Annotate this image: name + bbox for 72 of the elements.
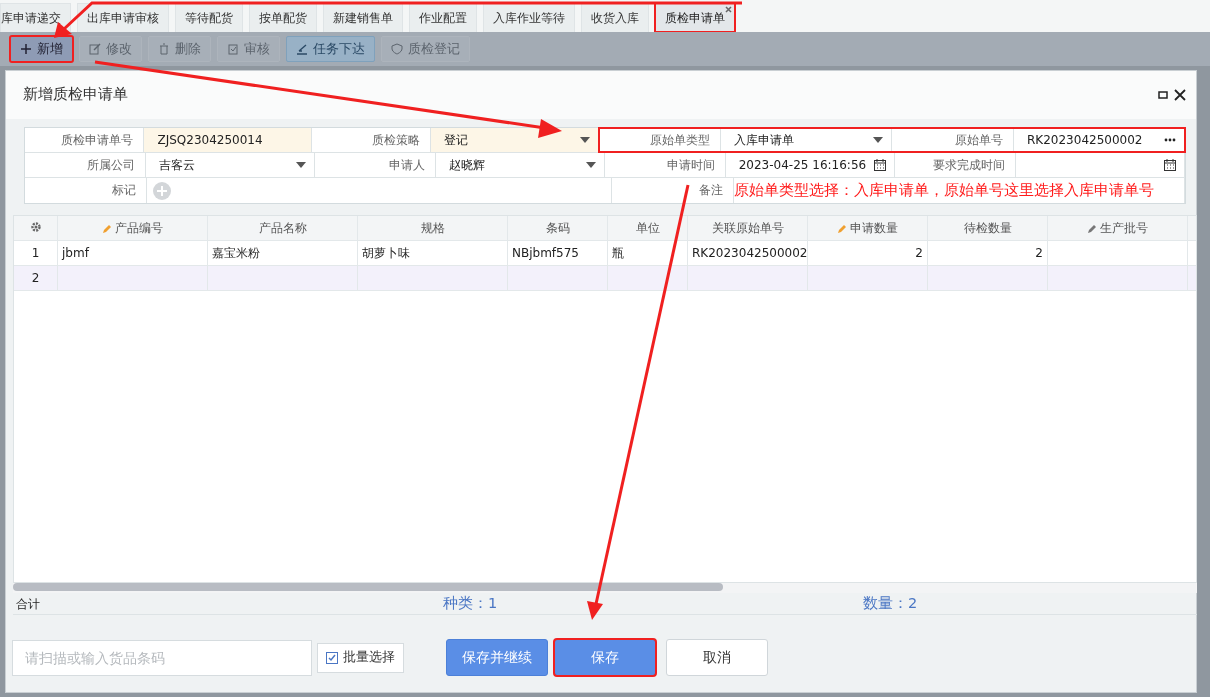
table-cell: NBjbmf575 (508, 241, 608, 265)
input-field[interactable]: 吉客云 (145, 153, 315, 177)
field-label: 申请人 (315, 153, 436, 177)
input-field[interactable]: 2023-04-25 16:16:56 (725, 153, 895, 177)
trash-icon (158, 43, 170, 55)
dialog-title: 新增质检申请单 (23, 85, 128, 105)
column-header[interactable]: 申请数量 (808, 216, 928, 240)
kinds-count: 种类：1 (443, 593, 499, 613)
close-icon[interactable] (1174, 89, 1186, 101)
shield-icon (391, 43, 403, 55)
maximize-icon[interactable] (1158, 90, 1168, 100)
dropdown-caret-icon[interactable] (873, 137, 883, 143)
dropdown-caret-icon[interactable] (580, 137, 590, 143)
column-header[interactable]: 单位 (608, 216, 688, 240)
quantity-count: 数量：2 (863, 593, 918, 613)
table-cell: RK2023042500002 (688, 241, 808, 265)
column-header[interactable]: 关联原始单号 (688, 216, 808, 240)
barcode-field[interactable]: 请扫描或输入货品条码 (12, 639, 312, 676)
edit-icon (89, 43, 101, 55)
field-label: 申请时间 (605, 153, 726, 177)
column-header[interactable]: 条码 (508, 216, 608, 240)
table-cell: 瓶 (608, 241, 688, 265)
tab[interactable]: 出库申请审核 (77, 3, 169, 32)
column-header[interactable]: 产品编号 (58, 216, 208, 240)
row-number: 2 (14, 266, 58, 290)
table-cell: 2 (808, 241, 928, 265)
tab[interactable]: 新建销售单 (323, 3, 403, 32)
tab[interactable]: 按单配货 (249, 3, 317, 32)
tab[interactable]: 作业配置 (409, 3, 477, 32)
column-header[interactable]: 生产批号 (1048, 216, 1188, 240)
table-cell: jbmf (58, 241, 208, 265)
input-field[interactable]: ZJSQ2304250014 (144, 128, 312, 152)
input-field[interactable]: 登记 (431, 128, 599, 152)
row-number: 1 (14, 241, 58, 265)
column-header[interactable]: 产品名称 (208, 216, 358, 240)
checkbox-icon (326, 651, 338, 664)
table-row[interactable]: 2 (14, 266, 1196, 291)
column-header[interactable]: 规格 (358, 216, 508, 240)
settings-icon[interactable] (29, 221, 42, 233)
table-cell: 胡萝卜味 (358, 241, 508, 265)
tab[interactable]: 等待配货 (175, 3, 243, 32)
dropdown-caret-icon[interactable] (586, 162, 596, 168)
tab[interactable]: 入库作业等待 (483, 3, 575, 32)
table-cell: 嘉宝米粉 (208, 241, 358, 265)
batch-select-checkbox[interactable]: 批量选择 (317, 642, 404, 673)
clipboard-icon (227, 43, 239, 55)
dropdown-caret-icon[interactable] (296, 162, 306, 168)
field-label: 所属公司 (25, 153, 146, 177)
plus-icon (20, 43, 32, 55)
table-cell: 2 (928, 241, 1048, 265)
more-icon[interactable] (1164, 138, 1176, 142)
toolbar-button[interactable]: 任务下达 (286, 36, 375, 62)
field-label: 要求完成时间 (895, 153, 1016, 177)
column-header[interactable]: 待检数量 (928, 216, 1048, 240)
field-label: 备注 (612, 178, 734, 203)
action-button[interactable]: 取消 (666, 639, 768, 676)
send-icon (296, 43, 308, 55)
tab[interactable]: 库申请递交 (0, 3, 71, 32)
toolbar-button[interactable]: 新增 (10, 36, 73, 62)
tab[interactable]: 质检申请单 (655, 3, 735, 32)
input-field[interactable]: RK2023042500002 (1014, 128, 1185, 152)
field-label: 原始单类型 (599, 128, 721, 152)
input-field[interactable]: 入库申请单 (721, 128, 892, 152)
tab[interactable]: 收货入库 (581, 3, 649, 32)
field-label: 标记 (25, 178, 147, 203)
calendar-icon[interactable] (1164, 159, 1176, 171)
summary-label: 合计 (15, 595, 41, 613)
field-label: 原始单号 (892, 128, 1014, 152)
calendar-icon[interactable] (874, 159, 886, 171)
input-field[interactable]: 赵晓辉 (435, 153, 605, 177)
scrollbar-thumb[interactable] (13, 583, 723, 591)
remark-field[interactable]: 原始单类型选择：入库申请单，原始单号这里选择入库申请单号 (734, 178, 1185, 203)
